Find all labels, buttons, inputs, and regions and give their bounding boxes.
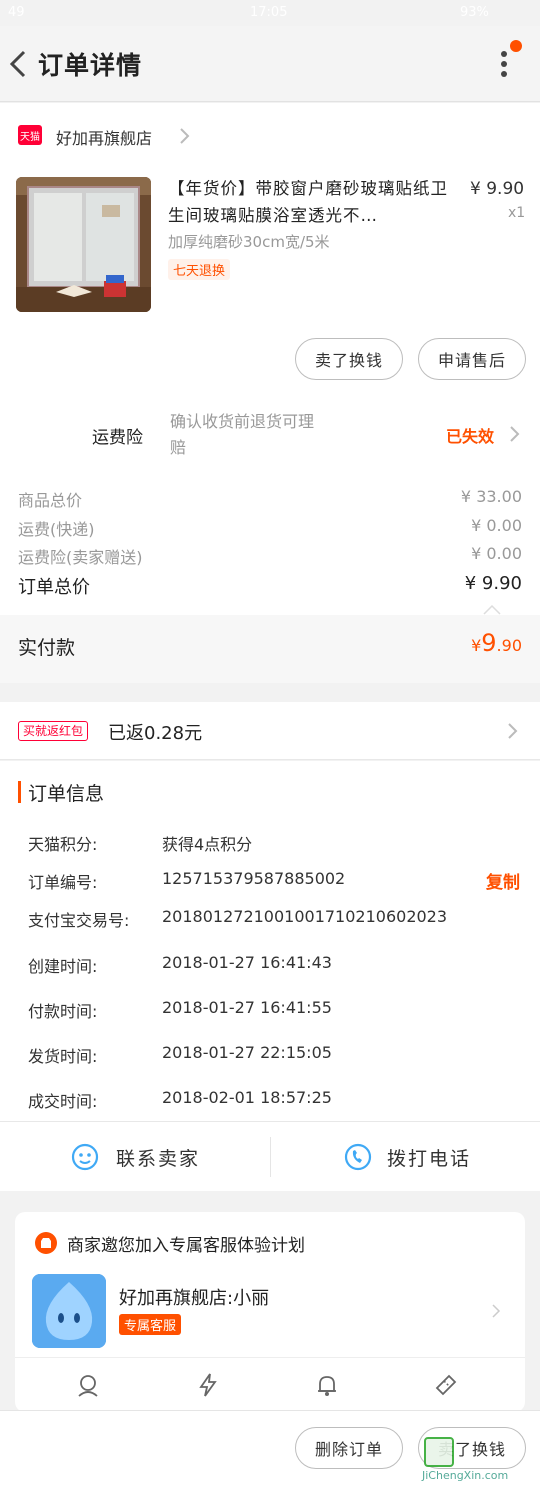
lightning-icon[interactable] — [195, 1372, 221, 1398]
page-title: 订单详情 — [38, 51, 143, 80]
status-bar: 49 17:05 93% — [0, 0, 540, 26]
notification-dot — [510, 40, 522, 52]
info-row-label: 支付宝交易号: — [28, 911, 130, 930]
product-thumbnail[interactable] — [16, 177, 151, 312]
shop-service-icon — [35, 1232, 57, 1254]
info-row-label: 订单编号: — [28, 873, 98, 892]
order-card: 天猫 好加再旗舰店 【年货价】带胶窗户磨砂玻璃贴纸卫生间玻璃贴膜浴室透光不… 加… — [0, 103, 540, 683]
copy-order-number-button[interactable]: 复制 — [486, 868, 520, 893]
bottom-action-bar: 删除订单 卖了换钱 JiChengXin.com — [0, 1410, 540, 1485]
info-row-value: 获得4点积分 — [162, 835, 253, 854]
rebate-badge: 买就返红包 — [18, 721, 89, 741]
watermark-text: JiChengXin.com — [422, 1469, 509, 1482]
window-film-image — [16, 177, 151, 312]
info-row-label: 付款时间: — [28, 1002, 98, 1021]
price-row-label: 运费(快递) — [18, 520, 95, 539]
coupon-ticket-icon[interactable] — [433, 1372, 459, 1398]
info-row-label: 成交时间: — [28, 1092, 98, 1111]
top-nav-bar: 订单详情 — [0, 26, 540, 102]
sell-item-button[interactable]: 卖了换钱 — [295, 338, 403, 380]
price-row-value: ¥ 0.00 — [471, 516, 522, 535]
info-row-value: 2018-02-01 18:57:25 — [162, 1088, 332, 1107]
chevron-right-icon — [492, 1304, 501, 1318]
product-price: ¥ 9.90 — [470, 179, 525, 199]
order-total-value: ¥ 9.90 — [464, 573, 522, 594]
chevron-right-icon — [510, 426, 520, 442]
watermark-logo-icon — [424, 1437, 454, 1467]
agent-avatar-icon — [32, 1274, 106, 1348]
order-info-title: 订单信息 — [28, 783, 105, 805]
service-invite-text: 商家邀您加入专属客服体验计划 — [67, 1236, 305, 1256]
insurance-description: 确认收货前退货可理 赔 — [170, 409, 314, 461]
back-arrow-icon[interactable] — [6, 46, 32, 82]
price-row-value: ¥ 33.00 — [460, 487, 522, 506]
delete-order-button[interactable]: 删除订单 — [295, 1427, 403, 1469]
price-row-label: 运费险(卖家赠送) — [18, 548, 143, 567]
chat-bubble-icon — [71, 1143, 99, 1171]
service-headset-icon[interactable] — [75, 1372, 101, 1398]
info-row-label: 发货时间: — [28, 1047, 98, 1066]
paid-label: 实付款 — [18, 637, 76, 659]
tmall-logo-icon: 天猫 — [18, 125, 42, 145]
product-quantity: x1 — [508, 205, 526, 221]
paid-int: 9 — [481, 629, 497, 657]
chevron-right-icon — [508, 723, 518, 739]
caret-up-icon — [483, 604, 501, 615]
price-row-value: ¥ 0.00 — [471, 544, 522, 563]
battery-level: 93% — [460, 5, 489, 20]
call-phone-button[interactable]: 拨打电话 — [271, 1122, 540, 1192]
agent-name[interactable]: 好加再旗舰店:小丽 — [119, 1284, 269, 1310]
info-row-value: 2018-01-27 16:41:43 — [162, 953, 332, 972]
contact-bar: 联系卖家 拨打电话 — [0, 1121, 540, 1191]
info-row-value: 2018-01-27 16:41:55 — [162, 998, 332, 1017]
contact-seller-label: 联系卖家 — [116, 1148, 201, 1170]
info-row-value: 2018-01-27 22:15:05 — [162, 1043, 332, 1062]
rebate-text: 已返0.28元 — [108, 723, 203, 744]
paid-amount-row: 实付款 ¥9.90 — [0, 604, 540, 683]
clock: 17:05 — [250, 5, 288, 20]
info-row-value: 2018012721001001710210602023 — [162, 907, 448, 926]
product-sku: 加厚纯磨砂30cm宽/5米 — [168, 233, 330, 251]
signal-indicator: 49 — [8, 5, 25, 20]
shipping-insurance-label: 运费险 — [92, 428, 143, 448]
contact-seller-button[interactable]: 联系卖家 — [0, 1122, 270, 1192]
divider — [15, 1357, 525, 1358]
rebate-row[interactable]: 买就返红包 已返0.28元 — [0, 702, 540, 760]
paid-dec: .90 — [496, 636, 522, 655]
order-total-label: 订单总价 — [18, 577, 90, 598]
price-row-label: 商品总价 — [18, 491, 83, 510]
info-row-label: 天猫积分: — [28, 835, 98, 854]
paid-currency: ¥ — [471, 636, 482, 655]
order-number: 125715379587885002 — [162, 869, 346, 888]
insurance-description-line: 赔 — [170, 438, 187, 457]
phone-icon — [344, 1143, 372, 1171]
paid-amount: ¥9.90 — [471, 629, 522, 657]
more-menu-icon[interactable] — [494, 46, 514, 82]
call-phone-label: 拨打电话 — [387, 1148, 472, 1170]
shop-name[interactable]: 好加再旗舰店 — [56, 125, 152, 149]
return-policy-tag: 七天退换 — [168, 259, 231, 280]
agent-avatar[interactable] — [32, 1274, 106, 1348]
agent-tag: 专属客服 — [119, 1314, 182, 1335]
insurance-status[interactable]: 已失效 — [446, 423, 494, 447]
order-info-section: 订单信息 天猫积分: 获得4点积分 订单编号: 1257153795878850… — [0, 761, 540, 1121]
chevron-right-icon — [180, 128, 190, 144]
info-row-label: 创建时间: — [28, 957, 98, 976]
bell-icon[interactable] — [314, 1372, 340, 1398]
after-sale-button[interactable]: 申请售后 — [418, 338, 526, 380]
insurance-description-line: 确认收货前退货可理 — [170, 412, 315, 431]
product-title[interactable]: 【年货价】带胶窗户磨砂玻璃贴纸卫生间玻璃贴膜浴室透光不… — [168, 175, 450, 229]
section-accent-bar — [18, 781, 21, 803]
customer-service-card: 商家邀您加入专属客服体验计划 好加再旗舰店:小丽 专属客服 — [15, 1212, 525, 1412]
